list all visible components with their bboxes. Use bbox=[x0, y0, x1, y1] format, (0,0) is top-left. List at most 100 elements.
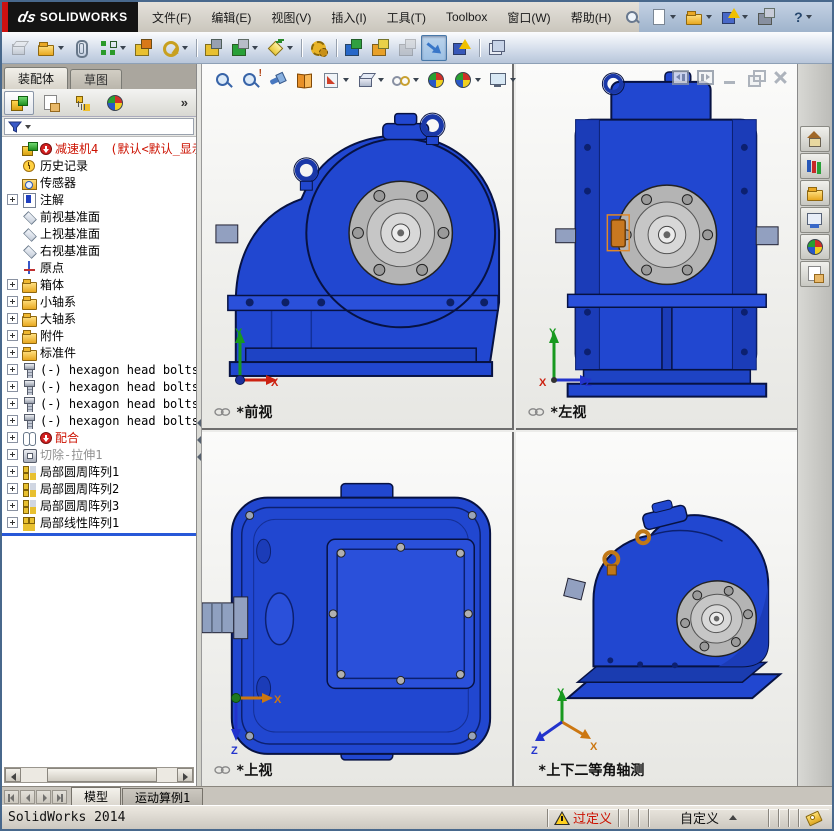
tree-item-history[interactable]: 历史记录 bbox=[4, 157, 196, 174]
show-hidden-components-button[interactable] bbox=[200, 35, 226, 61]
separator[interactable] bbox=[297, 35, 304, 61]
tree-item-hexagon-bolt-4[interactable]: (-) hexagon head bolts-fu bbox=[4, 412, 196, 429]
menu-item[interactable]: Toolbox bbox=[436, 2, 497, 32]
overdefined-status[interactable]: 过定义 bbox=[546, 808, 618, 827]
expand-toggle[interactable] bbox=[7, 517, 18, 528]
tree-item-reducer-assembly[interactable]: 减速机4(默认<默认_显示状 bbox=[4, 140, 196, 157]
menu-item[interactable]: 插入(I) bbox=[321, 2, 376, 32]
expand-toggle[interactable] bbox=[7, 432, 18, 443]
tree-item-circular-pattern-2[interactable]: 局部圆周阵列2 bbox=[4, 480, 196, 497]
expand-toggle[interactable] bbox=[7, 500, 18, 511]
menu-item[interactable]: 工具(T) bbox=[377, 2, 436, 32]
tab-sketch[interactable]: 草图 bbox=[70, 69, 123, 89]
expand-toggle[interactable] bbox=[7, 415, 18, 426]
menu-item[interactable]: 窗口(W) bbox=[497, 2, 560, 32]
linear-component-pattern-button[interactable] bbox=[95, 35, 129, 61]
previous-document-button[interactable] bbox=[672, 70, 689, 85]
tab-scroll-first-button[interactable] bbox=[4, 790, 19, 804]
search-button[interactable] bbox=[625, 2, 640, 32]
expand-panel-button[interactable]: » bbox=[175, 95, 194, 110]
menu-item[interactable]: 视图(V) bbox=[261, 2, 321, 32]
tab-assembly[interactable]: 装配体 bbox=[4, 67, 69, 89]
featuremanager-tree-tab[interactable] bbox=[4, 90, 34, 115]
zoom-to-fit-button[interactable] bbox=[210, 67, 236, 93]
scroll-thumb[interactable] bbox=[47, 768, 157, 782]
rebuild-button[interactable] bbox=[717, 4, 751, 30]
insert-component-button[interactable] bbox=[6, 35, 32, 61]
smart-fasteners-button[interactable] bbox=[130, 35, 156, 61]
help-button[interactable]: ? bbox=[781, 4, 815, 30]
tree-item-large-shaft-folder[interactable]: 大轴系 bbox=[4, 310, 196, 327]
zoom-to-area-button[interactable]: ! bbox=[237, 67, 263, 93]
tree-item-hexagon-bolt-1[interactable]: (-) hexagon head bolts-fu bbox=[4, 361, 196, 378]
expand-toggle[interactable] bbox=[7, 449, 18, 460]
expand-toggle[interactable] bbox=[7, 381, 18, 392]
menu-item[interactable]: 帮助(H) bbox=[561, 2, 622, 32]
tab-scroll-next-button[interactable] bbox=[36, 790, 51, 804]
menu-item[interactable]: 文件(F) bbox=[142, 2, 201, 32]
separator[interactable] bbox=[475, 35, 482, 61]
displaymanager-tab[interactable] bbox=[100, 91, 130, 115]
tree-item-cut-extrude-1[interactable]: 切除-拉伸1 bbox=[4, 446, 196, 463]
move-component-button[interactable] bbox=[157, 35, 191, 61]
design-library-tab[interactable] bbox=[800, 153, 830, 179]
expand-toggle[interactable] bbox=[7, 296, 18, 307]
solidworks-resources-tab[interactable] bbox=[800, 126, 830, 152]
expand-toggle[interactable] bbox=[7, 313, 18, 324]
new-document-button[interactable] bbox=[645, 4, 679, 30]
new-motion-study-button[interactable] bbox=[305, 35, 331, 61]
open-insert-dropdown-button[interactable] bbox=[33, 35, 67, 61]
motion-study-tab[interactable]: 运动算例1 bbox=[122, 788, 204, 805]
tree-item-housing-folder[interactable]: 箱体 bbox=[4, 276, 196, 293]
viewport-top[interactable]: X Z *上视 bbox=[202, 432, 514, 786]
tree-item-top-plane[interactable]: 上视基准面 bbox=[4, 225, 196, 242]
reference-geometry-button[interactable] bbox=[262, 35, 296, 61]
scroll-left-button[interactable] bbox=[5, 768, 21, 782]
next-document-button[interactable] bbox=[697, 70, 714, 85]
assembly-xpert-button[interactable] bbox=[448, 35, 474, 61]
explode-line-sketch-button[interactable] bbox=[394, 35, 420, 61]
expand-toggle[interactable] bbox=[7, 398, 18, 409]
custom-properties-tab[interactable] bbox=[800, 261, 830, 287]
document-minimize-button[interactable] bbox=[722, 70, 739, 85]
expand-toggle[interactable] bbox=[7, 279, 18, 290]
tab-scroll-prev-button[interactable] bbox=[20, 790, 35, 804]
view-orientation-button[interactable] bbox=[318, 67, 352, 93]
tree-horizontal-scrollbar[interactable] bbox=[4, 767, 194, 783]
collapse-panel-arrows[interactable] bbox=[197, 419, 201, 461]
bill-of-materials-button[interactable] bbox=[340, 35, 366, 61]
expand-toggle[interactable] bbox=[7, 364, 18, 375]
open-button[interactable] bbox=[681, 4, 715, 30]
tree-item-small-shaft-folder[interactable]: 小轴系 bbox=[4, 293, 196, 310]
separator[interactable] bbox=[192, 35, 199, 61]
assembly-features-button[interactable] bbox=[227, 35, 261, 61]
tab-scroll-last-button[interactable] bbox=[52, 790, 67, 804]
tree-item-hexagon-bolt-2[interactable]: (-) hexagon head bolts-fu bbox=[4, 378, 196, 395]
hide-show-items-button[interactable] bbox=[388, 67, 422, 93]
edit-appearance-button[interactable] bbox=[423, 67, 449, 93]
tree-item-standard-parts-folder[interactable]: 标准件 bbox=[4, 344, 196, 361]
previous-view-button[interactable] bbox=[264, 67, 290, 93]
menu-item[interactable]: 编辑(E) bbox=[201, 2, 261, 32]
tree-item-hexagon-bolt-3[interactable]: (-) hexagon head bolts-fu bbox=[4, 395, 196, 412]
display-style-button[interactable] bbox=[353, 67, 387, 93]
tree-item-front-plane[interactable]: 前视基准面 bbox=[4, 208, 196, 225]
custom-status-dropdown[interactable]: 自定义 bbox=[648, 808, 768, 827]
tag-status[interactable] bbox=[798, 808, 829, 827]
expand-toggle[interactable] bbox=[7, 347, 18, 358]
section-view-button[interactable] bbox=[291, 67, 317, 93]
tree-filter-input[interactable] bbox=[4, 118, 194, 135]
viewport-left[interactable]: Y Z X *左视 bbox=[516, 64, 797, 430]
apply-scene-button[interactable] bbox=[450, 67, 484, 93]
tree-item-annotations[interactable]: 注解 bbox=[4, 191, 196, 208]
document-close-button[interactable] bbox=[772, 70, 789, 85]
appearances-scenes-tab[interactable] bbox=[800, 234, 830, 260]
viewport-isometric[interactable]: Y X Z *上下二等角轴测 bbox=[516, 432, 797, 786]
tree-item-circular-pattern-3[interactable]: 局部圆周阵列3 bbox=[4, 497, 196, 514]
mate-button[interactable] bbox=[68, 35, 94, 61]
tree-item-linear-pattern-1[interactable]: 局部线性阵列1 bbox=[4, 514, 196, 531]
separator[interactable] bbox=[332, 35, 339, 61]
exploded-view-button[interactable] bbox=[367, 35, 393, 61]
file-properties-button[interactable] bbox=[753, 4, 779, 30]
take-snapshot-button[interactable] bbox=[483, 35, 509, 61]
